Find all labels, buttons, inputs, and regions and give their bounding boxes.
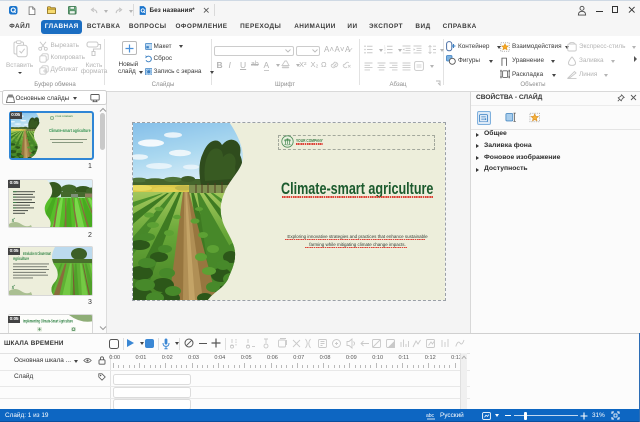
svg-text:abc: abc xyxy=(426,413,435,419)
svg-text:Agriculture: Agriculture xyxy=(13,256,29,261)
svg-text:Implementing Climate-Smart Agr: Implementing Climate-Smart Agriculture xyxy=(23,319,73,324)
svg-text:3: 3 xyxy=(384,51,386,54)
